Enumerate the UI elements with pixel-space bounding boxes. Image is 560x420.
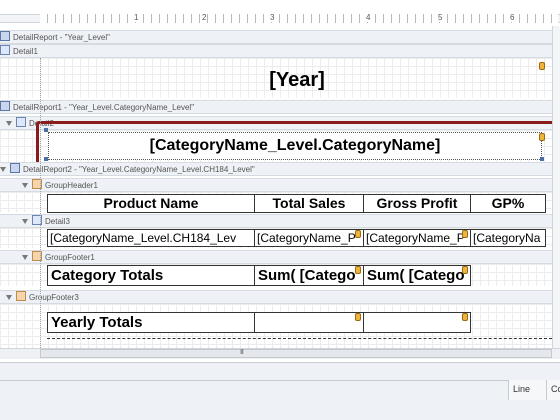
detail-gp-field[interactable]: [CategoryNa xyxy=(470,229,546,247)
category-sum-sales-field[interactable]: Sum( [Catego xyxy=(254,265,364,286)
collapse-arrow-icon[interactable] xyxy=(22,219,28,224)
band-detail-report[interactable]: DetailReport - "Year_Level" xyxy=(0,30,552,44)
detail-report-icon xyxy=(0,31,10,41)
ruler-number: 1 xyxy=(133,13,140,22)
status-col: Co xyxy=(546,380,560,400)
status-line: Line xyxy=(508,380,546,400)
header-gp-percent[interactable]: GP% xyxy=(470,194,546,213)
ruler-number: 3 xyxy=(269,13,276,22)
band-label: GroupFooter3 xyxy=(29,293,79,302)
year-field[interactable]: [Year] xyxy=(48,62,546,98)
detail-band-icon xyxy=(0,45,10,55)
collapse-arrow-icon[interactable] xyxy=(22,183,28,188)
collapse-arrow-icon[interactable] xyxy=(0,167,6,172)
yearly-sum-profit-field[interactable] xyxy=(363,312,471,333)
category-totals-label[interactable]: Category Totals xyxy=(47,265,255,286)
ruler-number: 5 xyxy=(437,13,444,22)
collapse-arrow-icon[interactable] xyxy=(22,255,28,260)
yearly-totals-label[interactable]: Yearly Totals xyxy=(47,312,255,333)
left-margin-guide xyxy=(40,58,41,348)
detail-band-icon xyxy=(16,117,26,127)
band-label: GroupFooter1 xyxy=(45,253,95,262)
band-label: Detail1 xyxy=(13,47,38,56)
panel-divider xyxy=(0,380,560,381)
band-detail-report2[interactable]: DetailReport2 - "Year_Level.CategoryName… xyxy=(0,162,552,176)
detail-report-icon xyxy=(10,163,20,173)
ruler-number: 2 xyxy=(201,13,208,22)
selection-handle[interactable] xyxy=(44,128,48,132)
smart-tag-icon[interactable] xyxy=(355,266,361,274)
smart-tag-icon[interactable] xyxy=(462,266,468,274)
header-total-sales[interactable]: Total Sales xyxy=(254,194,364,213)
header-product-name[interactable]: Product Name xyxy=(47,194,255,213)
smart-tag-icon[interactable] xyxy=(355,313,361,321)
band-label: GroupHeader1 xyxy=(45,181,98,190)
smart-tag-icon[interactable] xyxy=(462,313,468,321)
band-detail-report1[interactable]: DetailReport1 - "Year_Level.CategoryName… xyxy=(0,100,552,114)
page-break-line xyxy=(47,338,552,339)
selection-handle[interactable] xyxy=(44,157,48,161)
band-label: Detail3 xyxy=(45,217,70,226)
band-detail3[interactable]: Detail3 xyxy=(0,214,552,228)
category-sum-profit-field[interactable]: Sum( [Catego xyxy=(363,265,471,286)
smart-tag-icon[interactable] xyxy=(539,62,545,70)
band-detail1[interactable]: Detail1 xyxy=(0,44,552,58)
selection-handle[interactable] xyxy=(540,157,544,161)
detail-gross-profit-field[interactable]: [CategoryName_P xyxy=(363,229,471,247)
detail-report-icon xyxy=(0,101,10,111)
smart-tag-icon[interactable] xyxy=(539,133,545,141)
group-footer-icon xyxy=(16,291,26,301)
band-group-header1[interactable]: GroupHeader1 xyxy=(0,178,552,192)
yearly-sum-sales-field[interactable] xyxy=(254,312,364,333)
bottom-panel xyxy=(0,362,560,420)
smart-tag-icon[interactable] xyxy=(355,230,361,238)
scroll-grip: III xyxy=(240,349,244,356)
band-label: DetailReport - "Year_Level" xyxy=(13,33,110,42)
detail-product-field[interactable]: [CategoryName_Level.CH184_Lev xyxy=(47,229,255,247)
category-name-field[interactable]: [CategoryName_Level.CategoryName] xyxy=(48,132,542,160)
ruler-number: 4 xyxy=(365,13,372,22)
ruler-scale xyxy=(40,14,558,23)
smart-tag-icon[interactable] xyxy=(462,230,468,238)
horizontal-scroll-thumb[interactable] xyxy=(40,349,552,358)
vertical-scrollbar[interactable] xyxy=(552,26,560,348)
collapse-arrow-icon[interactable] xyxy=(6,121,12,126)
collapse-arrow-icon[interactable] xyxy=(6,295,12,300)
ruler-number: 6 xyxy=(509,13,516,22)
band-group-footer3[interactable]: GroupFooter3 xyxy=(0,290,552,304)
band-label: DetailReport2 - "Year_Level.CategoryName… xyxy=(23,165,255,174)
band-group-footer1[interactable]: GroupFooter1 xyxy=(0,250,552,264)
detail-total-sales-field[interactable]: [CategoryName_P xyxy=(254,229,364,247)
header-gross-profit[interactable]: Gross Profit xyxy=(363,194,471,213)
